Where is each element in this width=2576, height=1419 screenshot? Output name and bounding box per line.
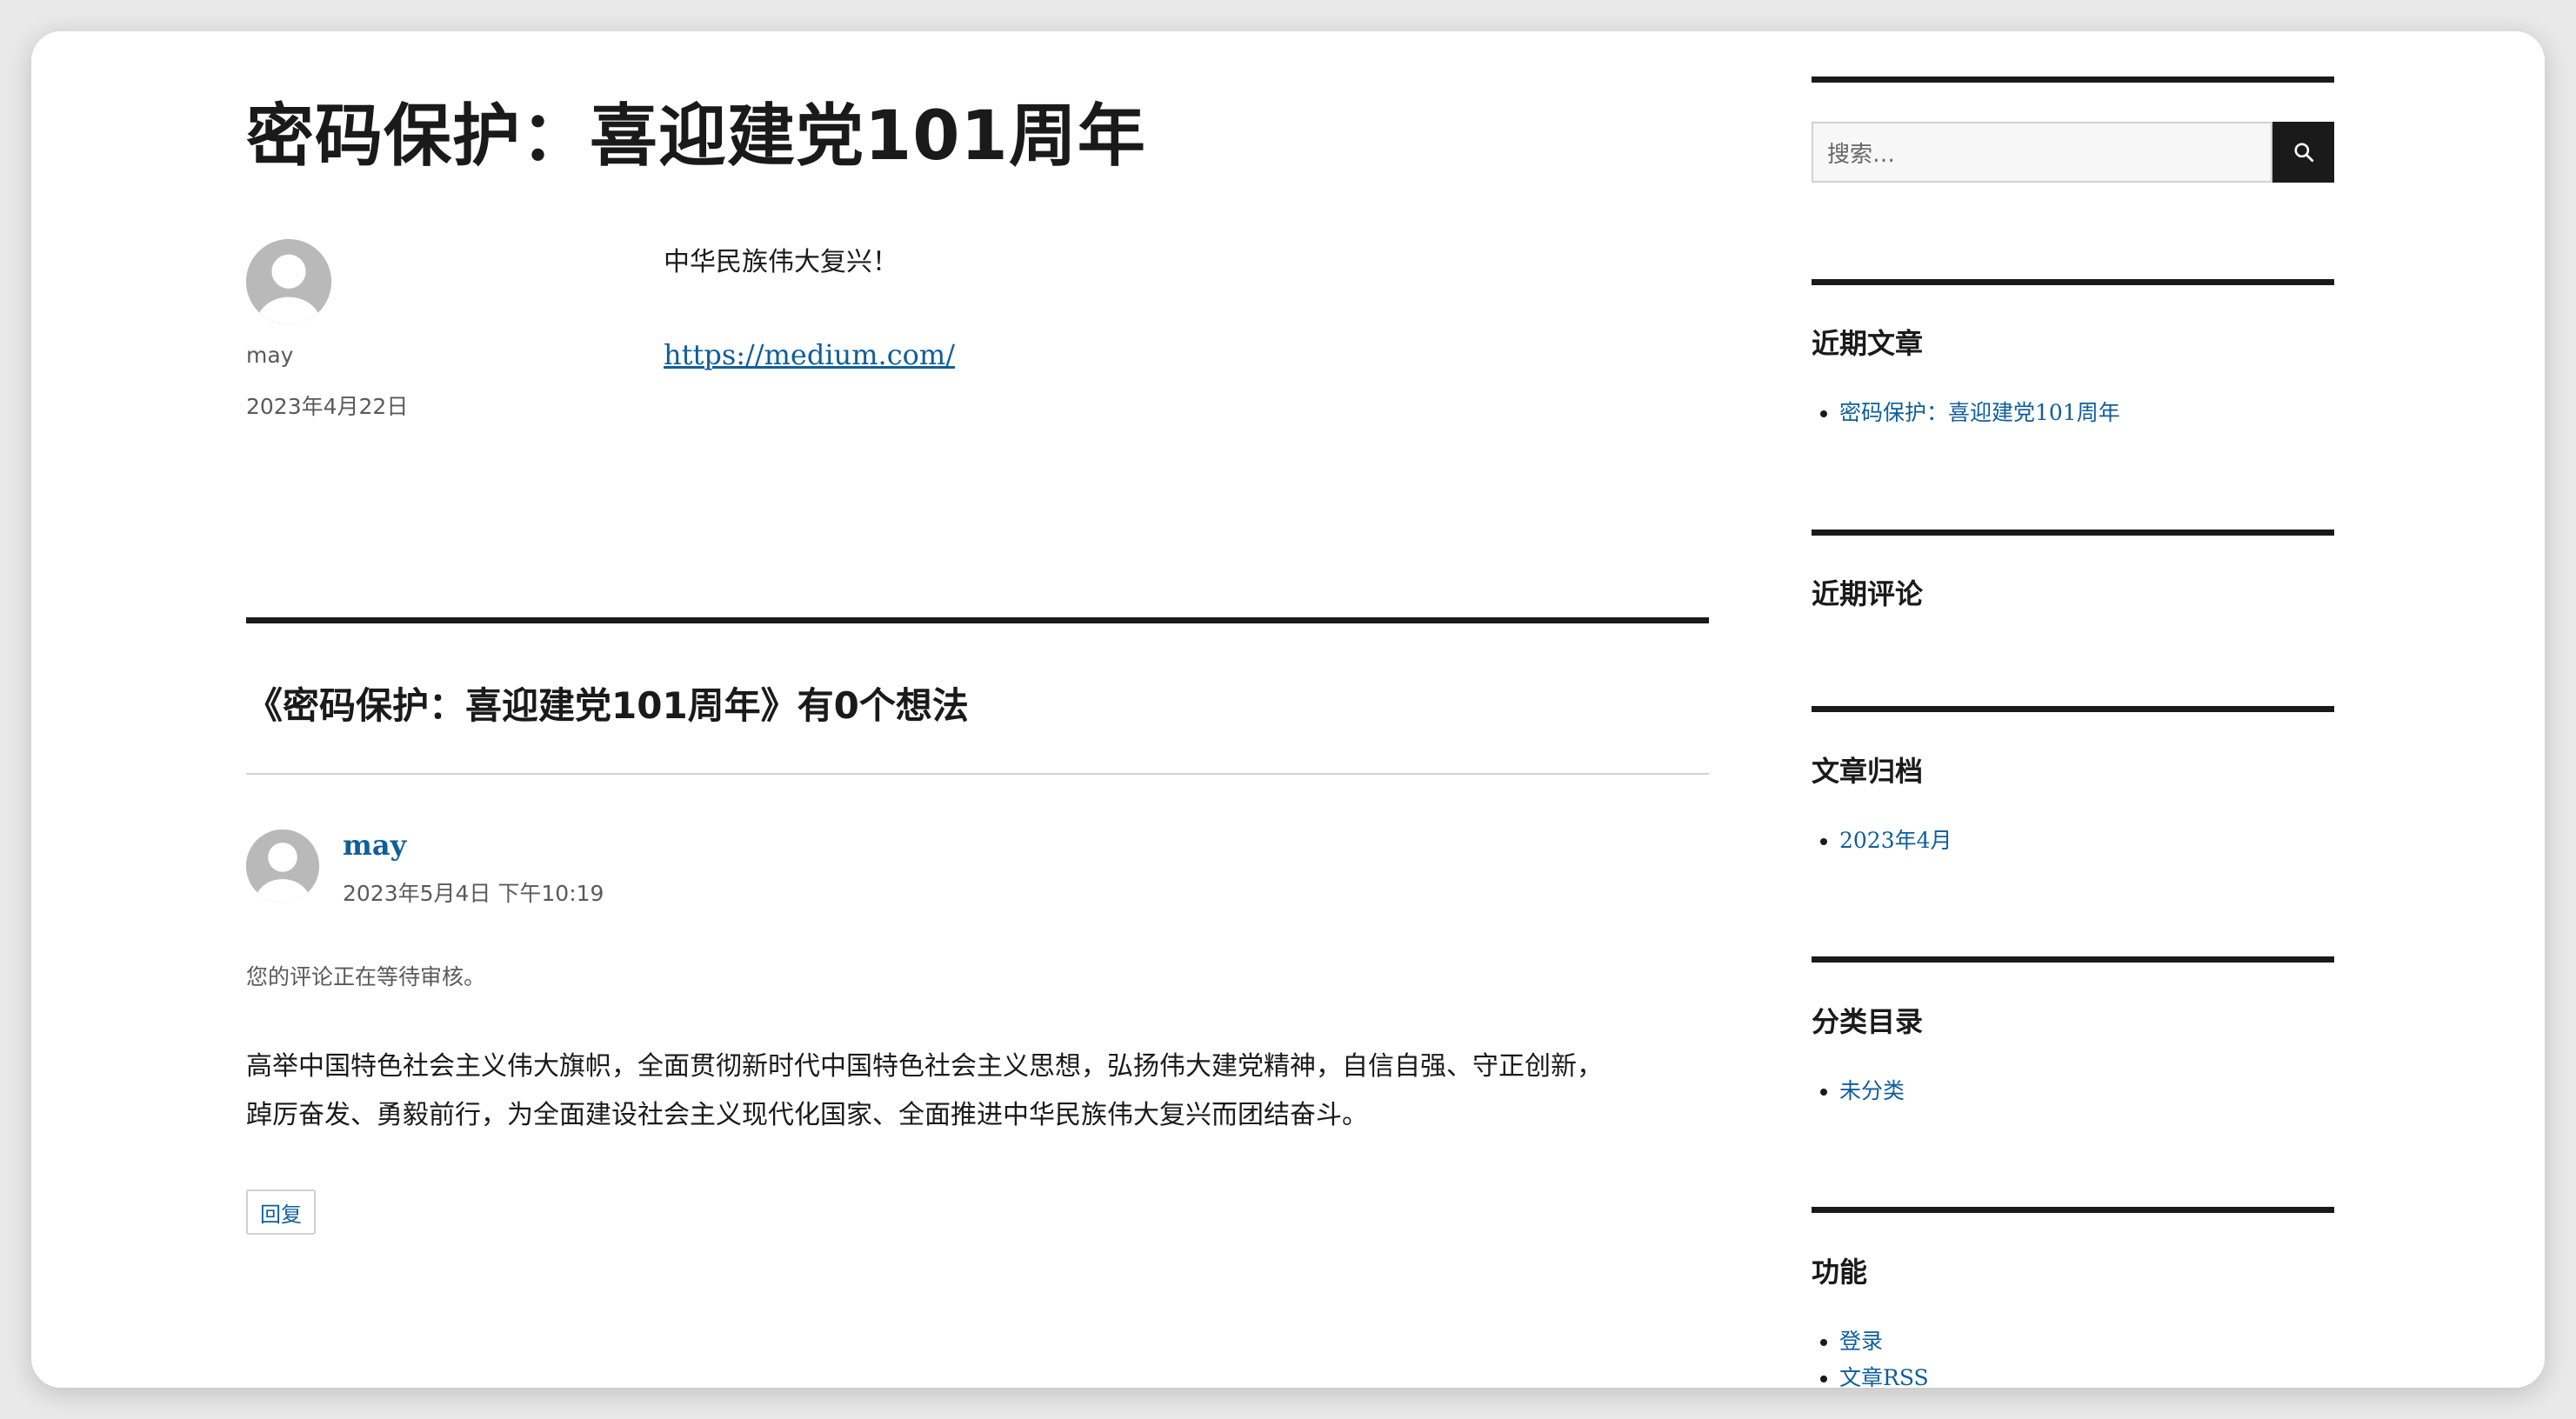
widget-divider [1812, 279, 2334, 285]
post-date[interactable]: 2023年4月22日 [246, 390, 408, 421]
widget-title-recent-posts: 近期文章 [1812, 327, 1924, 360]
post-author[interactable]: may [246, 343, 293, 368]
categories-list: 未分类 [1812, 1073, 1905, 1109]
comment-date[interactable]: 2023年5月4日 下午10:19 [343, 876, 604, 908]
category-link[interactable]: 未分类 [1812, 1073, 1905, 1109]
sidebar-search-divider [1812, 77, 2334, 83]
widget-divider [1812, 706, 2334, 712]
widget-divider [1812, 530, 2334, 536]
comment-moderation-note: 您的评论正在等待审核。 [246, 964, 486, 989]
widget-divider [1812, 956, 2334, 963]
widget-title-recent-comments: 近期评论 [1812, 577, 1924, 610]
comments-title-underline [246, 773, 1709, 775]
widget-divider [1812, 1207, 2334, 1213]
post-content: 中华民族伟大复兴！ [664, 240, 898, 278]
rss-link[interactable]: 文章RSS [1812, 1360, 1929, 1388]
widget-title-categories: 分类目录 [1812, 1005, 1924, 1038]
widget-title-archives: 文章归档 [1812, 755, 1924, 788]
comment-line: 高举中国特色社会主义伟大旗帜，全面贯彻新时代中国特色社会主义思想，弘扬伟大建党精… [246, 1051, 1603, 1082]
archives-list: 2023年4月 [1812, 823, 1952, 859]
avatar-silhouette-icon [246, 829, 319, 903]
comments-title: 《密码保护：喜迎建党101周年》有0个想法 [246, 684, 969, 727]
comment-body: 高举中国特色社会主义伟大旗帜，全面贯彻新时代中国特色社会主义思想，弘扬伟大建党精… [246, 1043, 1725, 1140]
author-avatar[interactable] [246, 239, 331, 324]
comments-divider [246, 617, 1709, 623]
archive-link[interactable]: 2023年4月 [1812, 823, 1952, 859]
search-button[interactable] [2272, 122, 2334, 183]
comment-author-link[interactable]: may [343, 829, 406, 862]
post-title: 密码保护：喜迎建党101周年 [246, 97, 1146, 176]
post-external-link[interactable]: https://medium.com/ [664, 338, 955, 371]
search-icon [2293, 143, 2313, 163]
recent-posts-list: 密码保护：喜迎建党101周年 [1812, 395, 2120, 431]
login-link[interactable]: 登录 [1812, 1323, 1929, 1360]
meta-list: 登录 文章RSS [1812, 1323, 1929, 1388]
comment-line: 踔厉奋发、勇毅前行，为全面建设社会主义现代化国家、全面推进中华民族伟大复兴而团结… [246, 1100, 1368, 1130]
search-input[interactable]: 搜索… [1812, 122, 2272, 183]
widget-title-meta: 功能 [1812, 1256, 1868, 1289]
browser-page: 密码保护：喜迎建党101周年 may 2023年4月22日 中华民族伟大复兴！ … [31, 31, 2545, 1388]
post-paragraph: 中华民族伟大复兴！ [664, 247, 898, 277]
recent-post-link[interactable]: 密码保护：喜迎建党101周年 [1812, 395, 2120, 431]
comment-avatar [246, 829, 319, 903]
reply-button[interactable]: 回复 [246, 1189, 316, 1235]
avatar-silhouette-icon [246, 239, 331, 324]
